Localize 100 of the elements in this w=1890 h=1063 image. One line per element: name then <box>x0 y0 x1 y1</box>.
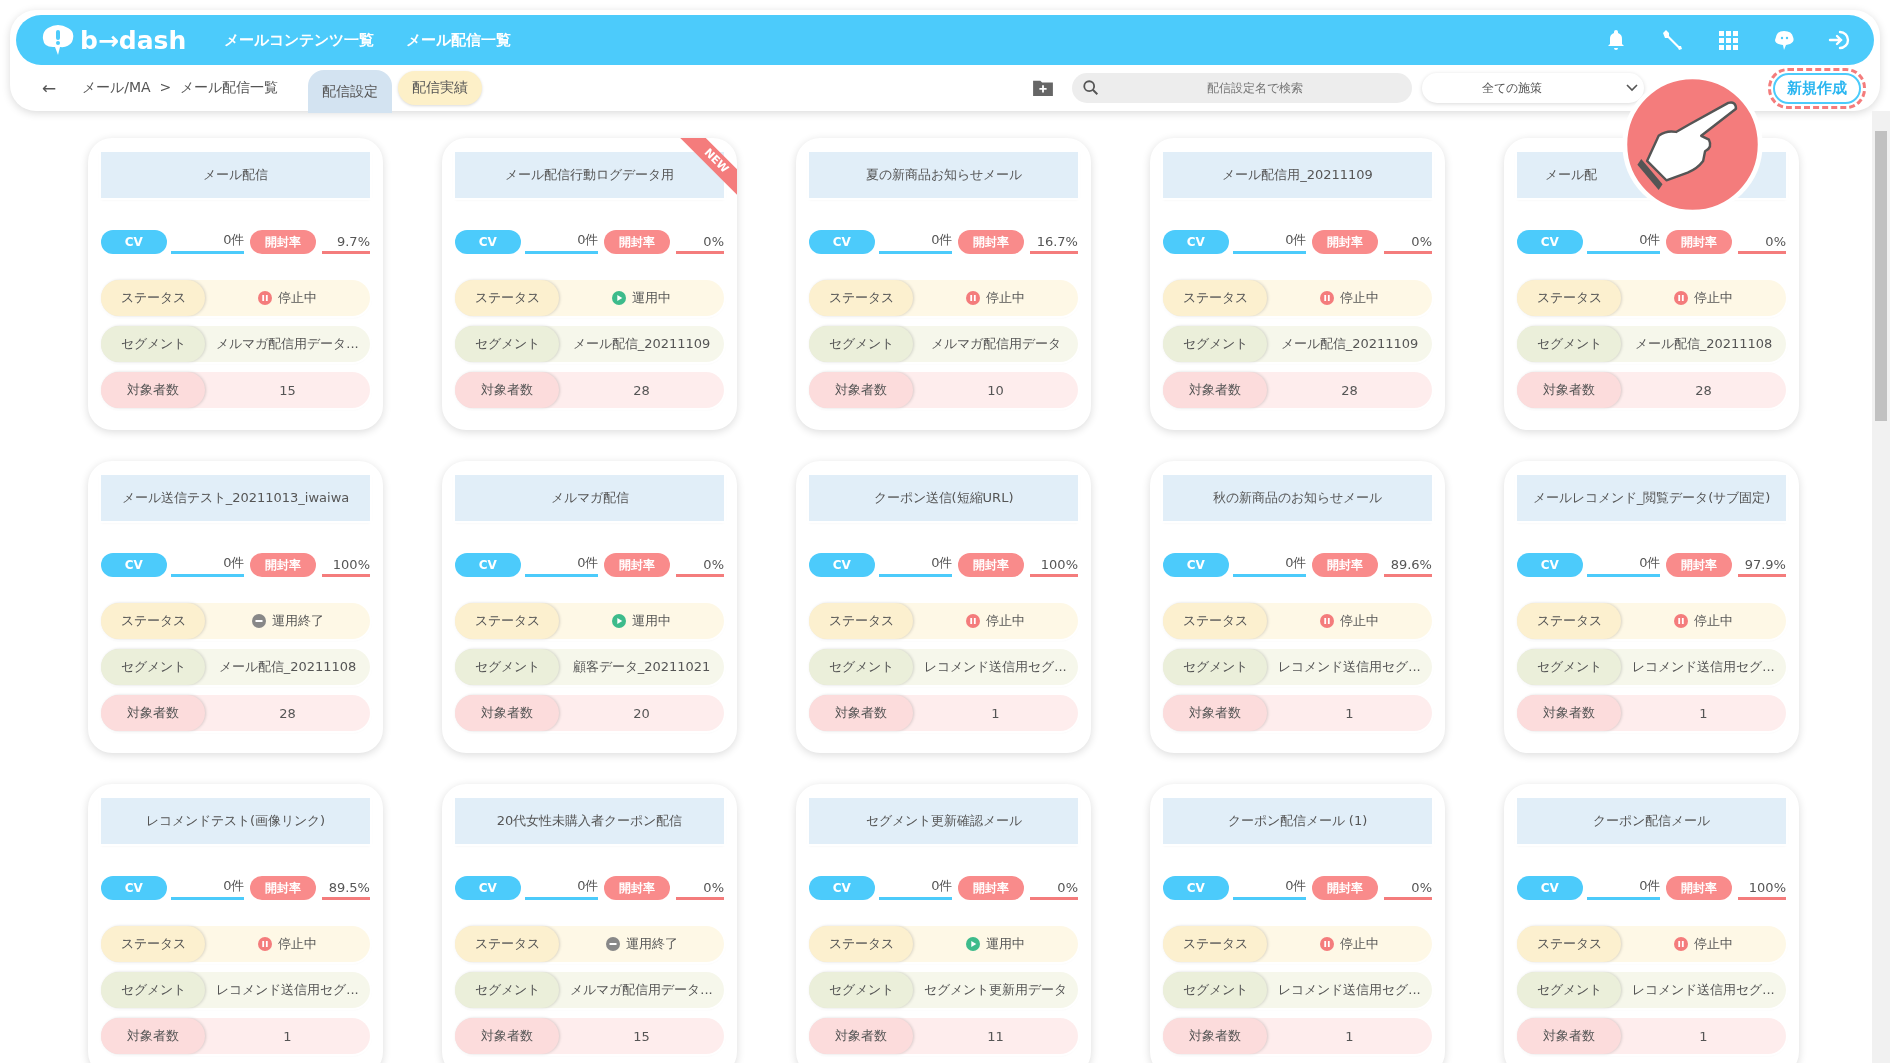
segment-value: レコメンド送信用セグ... <box>1277 658 1422 676</box>
cv-label: CV <box>101 876 167 900</box>
card-title: メールレコメンド_閲覧データ(サブ固定) <box>1517 475 1786 521</box>
count-value: 1 <box>990 705 1001 721</box>
card-title: メルマガ配信 <box>455 475 724 521</box>
segment-value: セグメント更新用データ <box>923 981 1068 999</box>
cv-label: CV <box>809 553 875 577</box>
count-value: 20 <box>632 705 651 721</box>
cv-label: CV <box>1163 876 1229 900</box>
segment-label: セグメント <box>1163 326 1267 362</box>
status-label: ステータス <box>809 926 913 962</box>
scrollbar[interactable] <box>1872 111 1890 1063</box>
status-label: ステータス <box>1163 603 1267 639</box>
breadcrumb: メール/MA > メール配信一覧 <box>82 79 279 97</box>
campaign-card[interactable]: メール配信用_20211109 CV 0件 開封率 0% ステータス 停止中 セグメント メール配信_20211109 対象者数 28 <box>1150 138 1445 430</box>
segment-value: レコメンド送信用セグ... <box>1631 658 1776 676</box>
cv-label: CV <box>1517 230 1583 254</box>
filter-dropdown[interactable]: 全ての施策 <box>1422 73 1644 103</box>
count-value: 28 <box>1340 382 1359 398</box>
open-rate-value: 0% <box>676 557 724 577</box>
segment-label: セグメント <box>1517 326 1621 362</box>
cv-label: CV <box>455 553 521 577</box>
open-rate-label: 開封率 <box>1666 553 1733 577</box>
card-title: セグメント更新確認メール <box>809 798 1078 844</box>
campaign-card[interactable]: 夏の新商品お知らせメール CV 0件 開封率 16.7% ステータス 停止中 セグメント メルマガ配信用データ 対象者数 10 <box>796 138 1091 430</box>
segment-value: メール配信_20211109 <box>1279 335 1420 353</box>
search-field[interactable]: 配信設定名で検索 <box>1072 73 1412 103</box>
status-value: 運用終了 <box>625 935 678 953</box>
campaign-card[interactable]: セグメント更新確認メール CV 0件 開封率 0% ステータス 運用中 セグメント セグメント更新用データ 対象者数 11 <box>796 784 1091 1063</box>
count-label: 対象者数 <box>101 695 205 731</box>
tab[interactable]: 配信設定 <box>308 69 393 113</box>
cv-label: CV <box>809 876 875 900</box>
open-rate-label: 開封率 <box>250 553 317 577</box>
count-label: 対象者数 <box>101 372 205 408</box>
count-value: 10 <box>986 382 1005 398</box>
campaign-card[interactable]: レコメンドテスト(画像リンク) CV 0件 開封率 89.5% ステータス 停止中 セグメント レコメンド送信用セグ... 対象者数 1 <box>88 784 383 1063</box>
cv-label: CV <box>101 553 167 577</box>
open-rate-value: 0% <box>1030 880 1078 900</box>
open-rate-label: 開封率 <box>958 876 1025 900</box>
open-rate-label: 開封率 <box>1312 876 1379 900</box>
status-value: 停止中 <box>1340 289 1379 307</box>
segment-value: レコメンド送信用セグ... <box>1277 981 1422 999</box>
card-title: メール送信テスト_20211013_iwaiwa <box>101 475 370 521</box>
count-value: 1 <box>1344 1028 1355 1044</box>
logout-icon[interactable] <box>1828 28 1852 52</box>
cv-value: 0件 <box>878 554 953 577</box>
chevron-icon <box>1626 84 1638 92</box>
cv-label: CV <box>101 230 167 254</box>
card-title: 秋の新商品のお知らせメール <box>1163 475 1432 521</box>
status-value: 停止中 <box>278 935 317 953</box>
status-label: ステータス <box>1517 603 1621 639</box>
campaign-card[interactable]: メールレコメンド_閲覧データ(サブ固定) CV 0件 開封率 97.9% ステータス 停止中 セグメント レコメンド送信用セグ... 対象者数 1 <box>1504 461 1799 753</box>
campaign-card[interactable]: メール配 CV 0件 開封率 0% ステータス 停止中 セグメント メール配信_20211108 対象者数 28 <box>1504 138 1799 430</box>
add-folder-icon[interactable] <box>1032 79 1054 97</box>
segment-value: レコメンド送信用セグ... <box>923 658 1068 676</box>
grid-icon[interactable] <box>1716 28 1740 52</box>
back-button[interactable]: ← <box>42 78 57 98</box>
open-rate-value: 100% <box>1738 880 1786 900</box>
status-label: ステータス <box>101 603 205 639</box>
open-rate-label: 開封率 <box>604 876 671 900</box>
campaign-card[interactable]: 20代女性未購入者クーポン配信 CV 0件 開封率 0% ステータス 運用終了 セグメント メルマガ配信用データ... 対象者数 15 <box>442 784 737 1063</box>
tab[interactable]: 配信実績 <box>398 71 483 105</box>
segment-label: セグメント <box>809 649 913 685</box>
campaign-card[interactable]: メール送信テスト_20211013_iwaiwa CV 0件 開封率 100% ステータス 運用終了 セグメント メール配信_20211108 対象者数 28 <box>88 461 383 753</box>
status-value: 運用中 <box>632 289 671 307</box>
segment-label: セグメント <box>455 649 559 685</box>
status-label: ステータス <box>809 280 913 316</box>
campaign-card[interactable]: クーポン配信メール CV 0件 開封率 100% ステータス 停止中 セグメント レコメンド送信用セグ... 対象者数 1 <box>1504 784 1799 1063</box>
count-label: 対象者数 <box>1163 1018 1267 1054</box>
open-rate-label: 開封率 <box>1312 230 1379 254</box>
campaign-card[interactable]: クーポン送信(短縮URL) CV 0件 開封率 100% ステータス 停止中 セグメント レコメンド送信用セグ... 対象者数 1 <box>796 461 1091 753</box>
segment-label: セグメント <box>1517 972 1621 1008</box>
status-value: 停止中 <box>1694 935 1733 953</box>
campaign-card[interactable]: クーポン配信メール (1) CV 0件 開封率 0% ステータス 停止中 セグメント レコメンド送信用セグ... 対象者数 1 <box>1150 784 1445 1063</box>
segment-value: レコメンド送信用セグ... <box>215 981 360 999</box>
status-label: ステータス <box>1163 280 1267 316</box>
segment-label: セグメント <box>455 326 559 362</box>
cv-value: 0件 <box>170 231 245 254</box>
campaign-card[interactable]: メルマガ配信 CV 0件 開封率 0% ステータス 運用中 セグメント 顧客データ_20211021 対象者数 20 <box>442 461 737 753</box>
status-value: 停止中 <box>278 289 317 307</box>
card-title: クーポン配信メール (1) <box>1163 798 1432 844</box>
cv-label: CV <box>455 876 521 900</box>
search-icon <box>1082 79 1100 97</box>
cv-value: 0件 <box>878 231 953 254</box>
campaign-card[interactable]: 秋の新商品のお知らせメール CV 0件 開封率 89.6% ステータス 停止中 セグメント レコメンド送信用セグ... 対象者数 1 <box>1150 461 1445 753</box>
campaign-card[interactable]: メール配信 CV 0件 開封率 9.7% ステータス 停止中 セグメント メルマガ配信用データ... 対象者数 15 <box>88 138 383 430</box>
status-value: 停止中 <box>1340 935 1379 953</box>
card-title: 夏の新商品お知らせメール <box>809 152 1078 198</box>
count-label: 対象者数 <box>101 1018 205 1054</box>
cv-value: 0件 <box>1232 877 1307 900</box>
segment-value: メール配信_20211109 <box>571 335 712 353</box>
count-value: 15 <box>632 1028 651 1044</box>
open-rate-value: 0% <box>676 234 724 254</box>
cv-value: 0件 <box>1232 231 1307 254</box>
open-rate-value: 0% <box>1738 234 1786 254</box>
segment-value: メール配信_20211108 <box>217 658 358 676</box>
segment-label: セグメント <box>1163 972 1267 1008</box>
segment-label: セグメント <box>455 972 559 1008</box>
status-value: 運用中 <box>632 612 671 630</box>
segment-value: メルマガ配信用データ <box>929 335 1062 353</box>
